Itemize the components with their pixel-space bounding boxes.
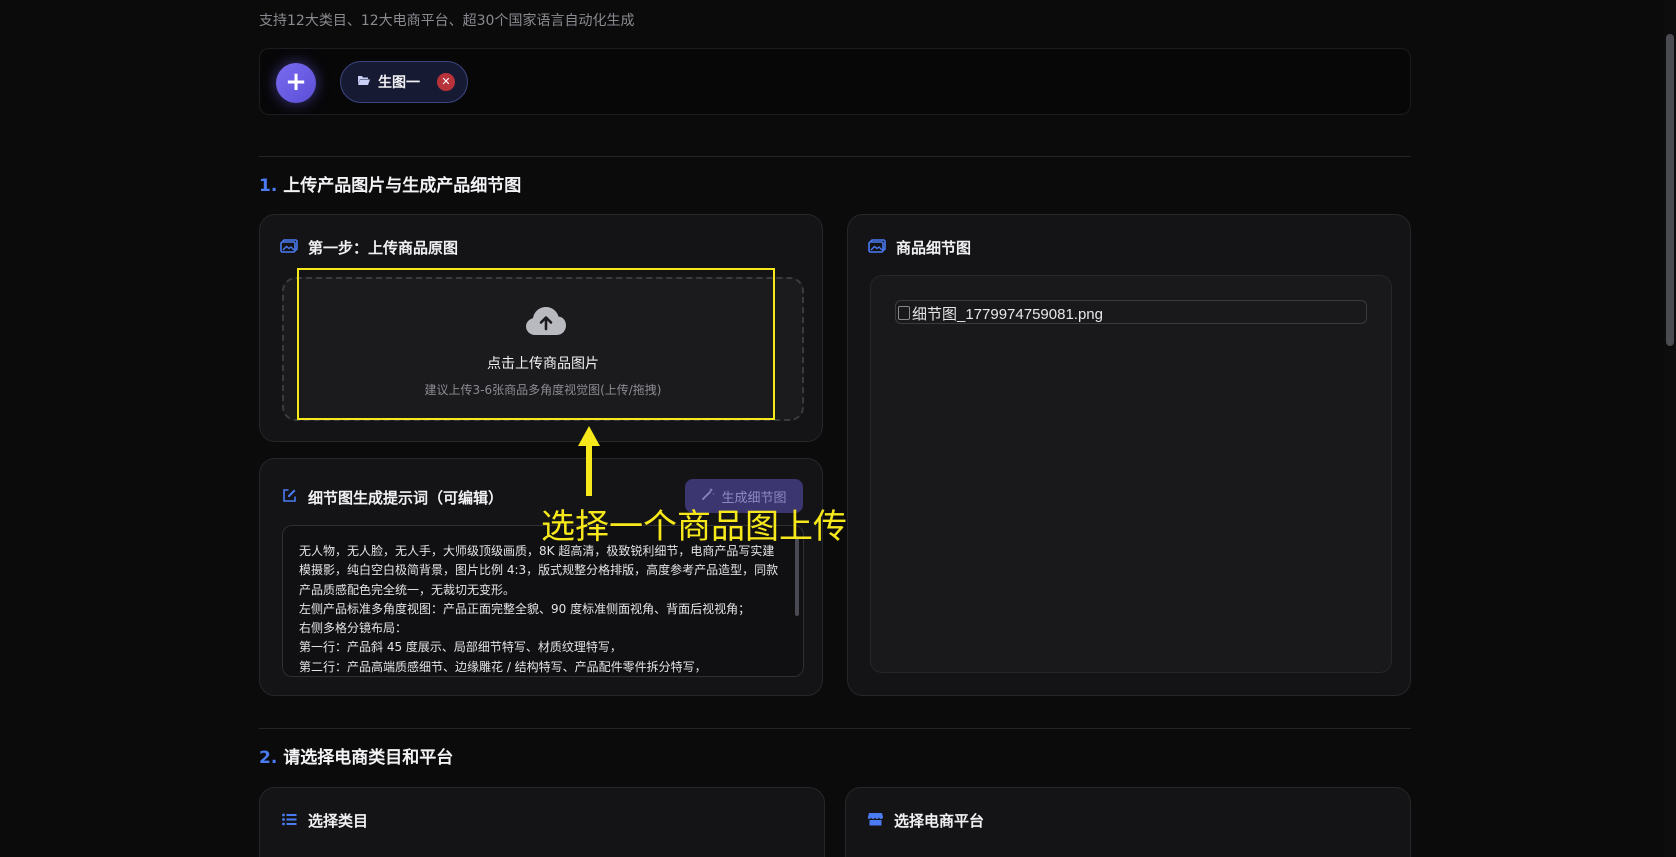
section-number: 2. bbox=[259, 748, 278, 768]
upload-card-title: 第一步：上传商品原图 bbox=[308, 239, 459, 257]
page-subtitle: 支持12大类目、12大电商平台、超30个国家语言自动化生成 bbox=[259, 13, 635, 29]
upload-card-header: 第一步：上传商品原图 bbox=[280, 237, 458, 258]
tab-bar: + 生图一 ✕ bbox=[259, 48, 1411, 115]
images-icon bbox=[868, 238, 886, 257]
prompt-line: 模摄影，纯白空白极简背景，图片比例 4:3，版式规整分格排版，高度参考产品造型，… bbox=[299, 563, 779, 578]
tab-item[interactable]: 生图一 ✕ bbox=[340, 61, 468, 103]
platform-card-title: 选择电商平台 bbox=[894, 812, 985, 830]
highlight-box bbox=[297, 268, 775, 420]
detail-image-area: 细节图_1779974759081.png bbox=[870, 275, 1392, 673]
arrow-up-icon bbox=[578, 426, 600, 496]
list-icon bbox=[280, 811, 298, 830]
detail-image-card: 商品细节图 细节图_1779974759081.png bbox=[847, 214, 1411, 696]
category-card-title: 选择类目 bbox=[308, 812, 369, 830]
prompt-line: 第一行：产品斜 45 度展示、局部细节特写、材质纹理特写， bbox=[299, 640, 622, 655]
close-icon[interactable]: ✕ bbox=[437, 73, 455, 91]
store-icon bbox=[866, 811, 884, 830]
platform-card-header: 选择电商平台 bbox=[866, 810, 984, 831]
section-divider bbox=[259, 156, 1411, 157]
prompt-line: 产品质感配色完全统一，无裁切无变形。 bbox=[299, 582, 516, 597]
prompt-line: 左侧产品标准多角度视图：产品正面完整全貌、90 度标准侧面视角、背面后视视角； bbox=[299, 601, 751, 616]
section-2-title: 2. 请选择电商类目和平台 bbox=[259, 743, 453, 768]
prompt-scrollbar[interactable] bbox=[795, 536, 799, 616]
detail-image-alt: 细节图_1779974759081.png bbox=[912, 305, 1103, 323]
platform-card: 选择电商平台 bbox=[845, 787, 1411, 857]
page-scrollbar[interactable] bbox=[1664, 0, 1676, 857]
category-card-header: 选择类目 bbox=[280, 810, 368, 831]
detail-card-header: 商品细节图 bbox=[868, 237, 971, 258]
section-divider bbox=[259, 728, 1411, 729]
section-number: 1. bbox=[259, 176, 278, 196]
tab-label: 生图一 bbox=[378, 75, 420, 91]
edit-icon bbox=[280, 488, 298, 507]
page-scrollbar-thumb[interactable] bbox=[1666, 34, 1674, 346]
prompt-card-title: 细节图生成提示词（可编辑） bbox=[308, 489, 504, 507]
detail-image[interactable]: 细节图_1779974759081.png bbox=[895, 300, 1367, 324]
prompt-card: 细节图生成提示词（可编辑） 生成细节图 无人物，无人脸，无人手，大师级顶级画质，… bbox=[259, 458, 823, 696]
detail-card-title: 商品细节图 bbox=[896, 239, 972, 257]
prompt-line: 第二行：产品高端质感细节、边缘雕花 / 结构特写、产品配件零件拆分特写， bbox=[299, 659, 707, 674]
prompt-line: 右侧多格分镜布局： bbox=[299, 621, 408, 636]
section-title-text: 上传产品图片与生成产品细节图 bbox=[283, 176, 522, 196]
add-tab-button[interactable]: + bbox=[276, 63, 316, 103]
category-card: 选择类目 bbox=[259, 787, 825, 857]
section-title-text: 请选择电商类目和平台 bbox=[283, 748, 454, 768]
prompt-card-header: 细节图生成提示词（可编辑） bbox=[280, 487, 503, 508]
folder-open-icon bbox=[357, 75, 370, 89]
images-icon bbox=[280, 238, 298, 257]
section-1-title: 1. 上传产品图片与生成产品细节图 bbox=[259, 171, 521, 196]
annotation-text: 选择一个商品图上传 bbox=[541, 507, 847, 547]
broken-image-icon bbox=[898, 306, 910, 320]
